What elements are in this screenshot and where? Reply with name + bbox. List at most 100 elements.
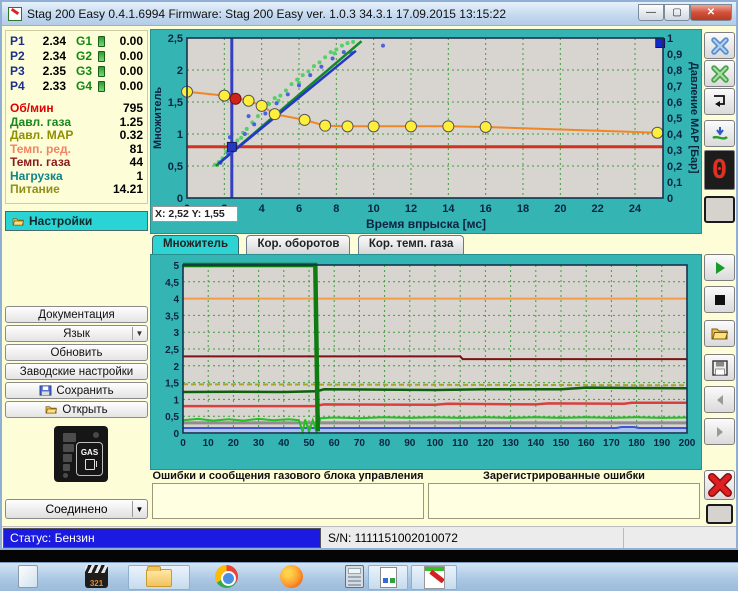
scope-prev-button[interactable]	[704, 386, 735, 413]
small-gray-button[interactable]	[706, 504, 733, 524]
scope-stop-button[interactable]	[704, 286, 735, 313]
svg-text:0,5: 0,5	[667, 113, 682, 125]
oscilloscope-chart[interactable]: 0102030405060708090100110120130140150160…	[150, 254, 702, 470]
svg-text:180: 180	[628, 438, 645, 449]
status-bar: Статус: Бензин S/N: 1111151002010072	[2, 526, 736, 548]
svg-text:1: 1	[667, 33, 673, 45]
svg-text:3,5: 3,5	[165, 311, 179, 322]
svg-text:0,5: 0,5	[165, 412, 179, 423]
param-row: Темп. газа44	[10, 156, 143, 170]
open-button[interactable]: Открыть	[5, 401, 148, 418]
green-cross-button[interactable]	[704, 60, 735, 87]
stop-icon	[714, 294, 726, 306]
save-button[interactable]: Сохранить	[5, 382, 148, 399]
chevron-down-icon[interactable]: ▼	[132, 327, 146, 340]
play-icon	[712, 260, 728, 276]
svg-text:10: 10	[368, 203, 380, 215]
param-row: Темп. ред.81	[10, 143, 143, 157]
svg-text:4: 4	[259, 203, 266, 215]
scope-play-button[interactable]	[704, 254, 735, 281]
registered-errors-title: Зарегистрированные ошибки	[426, 470, 702, 482]
svg-text:2: 2	[173, 362, 179, 373]
y-axis-label-left: Множитель	[152, 38, 164, 198]
svg-text:1,5: 1,5	[165, 379, 179, 390]
svg-text:24: 24	[629, 203, 642, 215]
registered-errors-box[interactable]	[428, 483, 700, 519]
injector-icon	[98, 51, 105, 62]
svg-text:6: 6	[296, 203, 302, 215]
blue-cross-icon	[710, 36, 730, 56]
app-icon	[8, 7, 22, 21]
oscilloscope-plot[interactable]: 0102030405060708090100110120130140150160…	[151, 255, 703, 471]
injector-icon	[98, 81, 105, 92]
app-window: Stag 200 Easy 0.4.1.6994 Firmware: Stag …	[0, 0, 738, 550]
controller-errors-box[interactable]	[152, 483, 424, 519]
svg-text:160: 160	[578, 438, 595, 449]
errors-section: Ошибки и сообщения газового блока управл…	[150, 470, 702, 522]
taskbar-notepad-icon[interactable]	[18, 565, 38, 588]
svg-text:70: 70	[354, 438, 366, 449]
svg-text:5: 5	[173, 261, 179, 272]
gas-switch-button[interactable]: GAS	[76, 442, 103, 476]
tab-gas-temp-correction[interactable]: Кор. темп. газа	[358, 235, 464, 254]
connection-button[interactable]: Соединено ▼	[5, 499, 148, 519]
taskbar-explorer-button[interactable]	[128, 565, 190, 590]
svg-text:20: 20	[228, 438, 240, 449]
injector-icon	[98, 66, 105, 77]
pressure-row: P3 2.35 G3 0.00	[10, 64, 143, 79]
svg-text:4,5: 4,5	[165, 278, 179, 289]
update-button[interactable]: Обновить	[5, 344, 148, 361]
blank-button[interactable]	[704, 196, 735, 223]
pressure-row: P4 2.33 G4 0.00	[10, 79, 143, 94]
scope-save-button[interactable]	[704, 354, 735, 381]
tab-rpm-correction[interactable]: Кор. оборотов	[246, 235, 350, 254]
blue-cross-button[interactable]	[704, 32, 735, 59]
floppy-icon	[39, 385, 52, 396]
title-bar[interactable]: Stag 200 Easy 0.4.1.6994 Firmware: Stag …	[2, 2, 736, 26]
arrow-left-icon	[713, 393, 727, 407]
clear-errors-button[interactable]	[704, 470, 735, 500]
y-axis-label-right: Давление MAP [Бар]	[688, 38, 700, 198]
scope-next-button[interactable]	[704, 418, 735, 445]
svg-text:110: 110	[452, 438, 469, 449]
desktop-strip	[0, 550, 738, 562]
close-button[interactable]: ✕	[690, 4, 732, 21]
settings-button[interactable]: Настройки	[5, 211, 148, 231]
factory-settings-button[interactable]: Заводские настройки	[5, 363, 148, 380]
svg-text:140: 140	[527, 438, 544, 449]
taskbar-chrome-icon[interactable]	[215, 565, 238, 588]
scope-open-button[interactable]	[704, 320, 735, 347]
maximize-button[interactable]: ▢	[664, 4, 690, 21]
minimize-button[interactable]: —	[638, 4, 664, 21]
multiplier-plot[interactable]: 02468101214161820222400,511,522,500,10,2…	[151, 30, 703, 235]
multiplier-chart[interactable]: Множитель 02468101214161820222400,511,52…	[150, 29, 702, 234]
svg-text:1: 1	[177, 129, 183, 141]
language-button[interactable]: Язык ▼	[5, 325, 148, 342]
loop-button[interactable]	[704, 88, 735, 115]
fuel-pump-icon	[85, 459, 95, 470]
param-row: Нагрузка1	[10, 170, 143, 184]
tab-multiplier[interactable]: Множитель	[152, 235, 239, 254]
pressure-row: P2 2.34 G2 0.00	[10, 49, 143, 64]
taskbar-firefox-icon[interactable]	[280, 565, 303, 588]
svg-text:2: 2	[177, 65, 183, 77]
svg-text:0,5: 0,5	[168, 161, 183, 173]
taskbar-calculator-icon[interactable]	[345, 565, 364, 588]
autoscale-button[interactable]	[704, 120, 735, 147]
digit-display: 0	[704, 150, 735, 190]
floppy-icon	[712, 360, 728, 376]
svg-text:0,8: 0,8	[667, 65, 682, 77]
live-parameters-panel: P1 2.34 G1 0.00 P2 2.34 G2 0.00 P3 2.35 …	[5, 30, 148, 204]
controller-errors-title: Ошибки и сообщения газового блока управл…	[150, 470, 426, 482]
svg-text:10: 10	[203, 438, 215, 449]
taskbar-viewer-button[interactable]	[368, 565, 408, 590]
taskbar-media-player-icon[interactable]: 321	[85, 565, 108, 588]
svg-text:150: 150	[553, 438, 570, 449]
svg-text:1,5: 1,5	[168, 97, 183, 109]
status-led-icon	[93, 432, 99, 438]
documentation-button[interactable]: Документация	[5, 306, 148, 323]
svg-text:0: 0	[180, 438, 186, 449]
svg-text:90: 90	[404, 438, 416, 449]
taskbar-stag-button[interactable]	[411, 565, 457, 590]
chevron-down-icon[interactable]: ▼	[132, 501, 146, 517]
